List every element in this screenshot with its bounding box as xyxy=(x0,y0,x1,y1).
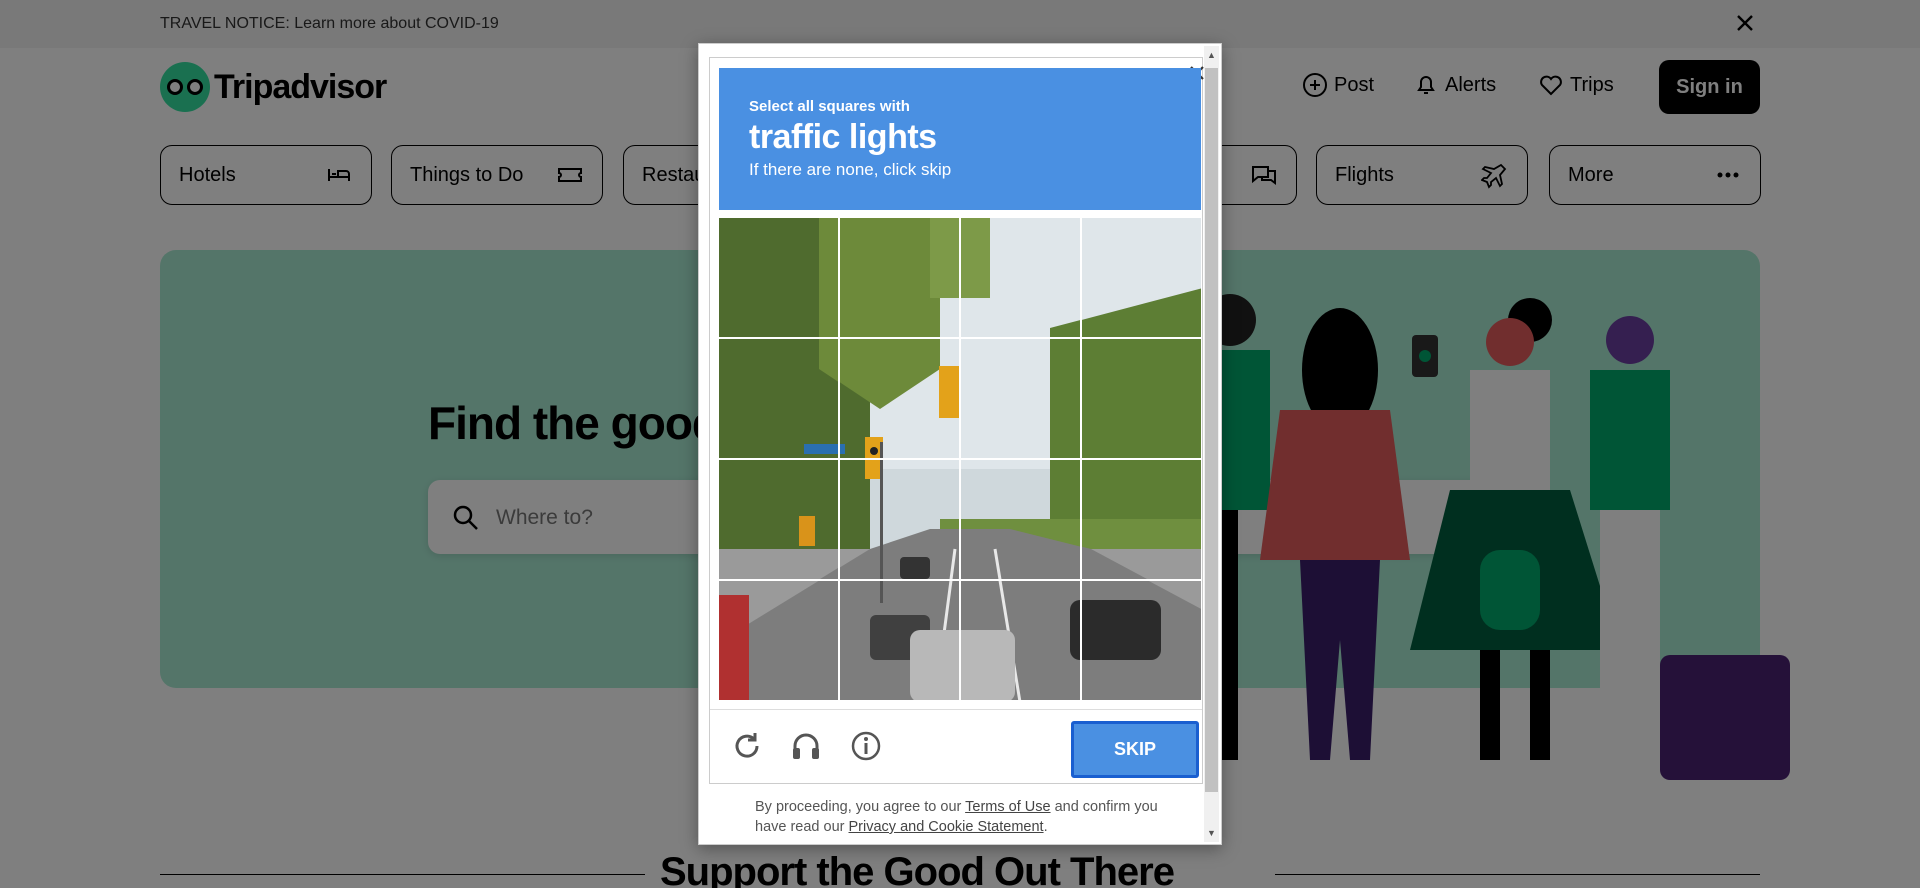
captcha-dialog: ▲ ▼ Select all squares with traffic ligh… xyxy=(698,43,1222,845)
captcha-tile-image xyxy=(719,460,838,579)
captcha-tile-image xyxy=(1082,581,1201,700)
captcha-tile[interactable] xyxy=(961,581,1080,700)
captcha-tile[interactable] xyxy=(1082,460,1201,579)
privacy-statement-link[interactable]: Privacy and Cookie Statement xyxy=(849,819,1044,835)
terms-of-use-link[interactable]: Terms of Use xyxy=(965,799,1050,815)
scroll-down-arrow-icon[interactable]: ▼ xyxy=(1204,826,1219,840)
captcha-tile-image xyxy=(1082,339,1201,458)
captcha-tile-image xyxy=(961,581,1080,700)
skip-button[interactable]: SKIP xyxy=(1071,721,1199,778)
captcha-tile[interactable] xyxy=(840,581,959,700)
captcha-tile[interactable] xyxy=(719,581,838,700)
captcha-tile-image xyxy=(719,218,838,337)
dialog-scrollbar[interactable]: ▲ ▼ xyxy=(1204,46,1219,842)
captcha-tile-image xyxy=(719,581,838,700)
instruction-line-1: Select all squares with xyxy=(749,98,910,115)
captcha-tile[interactable] xyxy=(719,460,838,579)
captcha-tile[interactable] xyxy=(719,218,838,337)
headphones-icon[interactable] xyxy=(786,726,826,766)
legal-prefix: By proceeding, you agree to our xyxy=(755,799,966,815)
captcha-tile[interactable] xyxy=(1082,218,1201,337)
captcha-legal-text: By proceeding, you agree to our Terms of… xyxy=(755,797,1175,837)
captcha-frame: Select all squares with traffic lights I… xyxy=(709,57,1204,784)
legal-suffix: . xyxy=(1043,819,1048,835)
captcha-tile[interactable] xyxy=(719,339,838,458)
info-icon[interactable] xyxy=(846,726,886,766)
captcha-tile-image xyxy=(840,218,959,337)
captcha-tile[interactable] xyxy=(961,218,1080,337)
captcha-tile-image xyxy=(840,581,959,700)
scrollbar-thumb[interactable] xyxy=(1205,68,1218,792)
captcha-tile[interactable] xyxy=(961,460,1080,579)
captcha-image-grid xyxy=(719,218,1201,700)
captcha-tile-image xyxy=(840,460,959,579)
captcha-tile-image xyxy=(840,339,959,458)
captcha-tile[interactable] xyxy=(1082,581,1201,700)
captcha-tile[interactable] xyxy=(840,218,959,337)
captcha-tile-image xyxy=(1082,218,1201,337)
captcha-tile[interactable] xyxy=(1082,339,1201,458)
captcha-tile[interactable] xyxy=(961,339,1080,458)
captcha-tile-image xyxy=(719,339,838,458)
captcha-tile[interactable] xyxy=(840,460,959,579)
captcha-instructions: Select all squares with traffic lights I… xyxy=(719,68,1201,210)
captcha-tile-image xyxy=(961,218,1080,337)
scroll-up-arrow-icon[interactable]: ▲ xyxy=(1204,48,1219,62)
instruction-target: traffic lights xyxy=(749,118,937,156)
captcha-tile[interactable] xyxy=(840,339,959,458)
refresh-icon[interactable] xyxy=(727,726,767,766)
captcha-tile-image xyxy=(961,339,1080,458)
captcha-tile-image xyxy=(1082,460,1201,579)
captcha-tile-image xyxy=(961,460,1080,579)
captcha-divider xyxy=(710,709,1202,710)
instruction-line-3: If there are none, click skip xyxy=(749,160,952,179)
